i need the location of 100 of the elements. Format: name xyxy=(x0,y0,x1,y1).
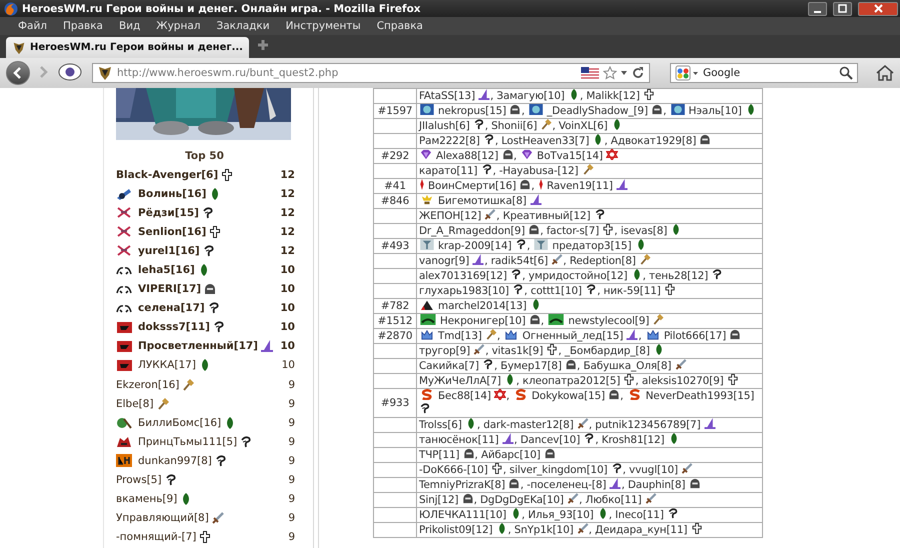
player-link[interactable]: nekropus[15] xyxy=(438,105,506,117)
close-button[interactable] xyxy=(858,2,898,16)
home-button[interactable] xyxy=(876,65,894,81)
player-link[interactable]: -DoK666-[10] xyxy=(419,464,488,476)
player-link[interactable]: Senlion[16] xyxy=(138,226,206,238)
player-link[interactable]: карато[11] xyxy=(419,165,478,177)
player-link[interactable]: Sinj[12] xyxy=(419,494,459,506)
player-link[interactable]: leha5[16] xyxy=(138,264,195,276)
player-link[interactable]: factor-s[7] xyxy=(546,225,600,237)
menu-item[interactable]: Закладки xyxy=(208,20,278,32)
player-link[interactable]: Нэаль[10] xyxy=(688,105,742,117)
player-link[interactable]: LostHeaven33[7] xyxy=(501,135,590,147)
minimize-button[interactable] xyxy=(808,2,827,16)
player-link[interactable]: Ineco[11] xyxy=(615,509,664,521)
player-link[interactable]: Адвокат1929[8] xyxy=(610,135,696,147)
player-link[interactable]: dark-master12[8] xyxy=(483,419,574,431)
player-link[interactable]: Деидара_кун[11] xyxy=(595,524,688,536)
player-link[interactable]: Black-Avenger[6] xyxy=(116,168,218,181)
player-link[interactable]: Бабушка_Оля[8] xyxy=(583,360,672,372)
player-link[interactable]: -помнящий-[7] xyxy=(116,531,196,544)
player-link[interactable]: Elbe[8] xyxy=(116,398,154,410)
menu-item[interactable]: Журнал xyxy=(148,20,208,32)
bookmark-star-icon[interactable] xyxy=(603,66,617,80)
player-link[interactable]: yurel1[16] xyxy=(138,244,200,257)
player-link[interactable]: silver_kingdom[10] xyxy=(509,464,608,476)
player-link[interactable]: -Hayabusa-[12] xyxy=(499,165,578,177)
player-link[interactable]: Ekzeron[16] xyxy=(116,378,180,391)
player-link[interactable]: селена[17] xyxy=(138,302,205,314)
player-link[interactable]: МуЖиЧеЛлА[7] xyxy=(419,375,501,387)
maximize-button[interactable] xyxy=(833,2,852,16)
player-link[interactable]: Замагую[10] xyxy=(496,90,565,102)
player-link[interactable]: танюсёнок[11] xyxy=(419,434,499,446)
player-link[interactable]: Tmd[13] xyxy=(438,330,482,342)
player-link[interactable]: Prows[5] xyxy=(116,474,162,486)
player-link[interactable]: isevas[8] xyxy=(620,225,668,237)
player-link[interactable]: Огненный_лед[15] xyxy=(522,330,624,342)
search-bar[interactable]: Google xyxy=(670,63,858,83)
player-link[interactable]: NeverDeath1993[15] xyxy=(646,390,754,402)
player-link[interactable]: Управляющий[8] xyxy=(116,512,209,524)
player-link[interactable]: клеопатра2012[5] xyxy=(522,375,620,387)
player-link[interactable]: BoTva15[14] xyxy=(536,150,603,162)
player-link[interactable]: DgDgDgEKa[10] xyxy=(480,494,564,506)
dropdown-icon[interactable] xyxy=(621,71,627,75)
new-tab-icon[interactable] xyxy=(256,38,269,50)
player-link[interactable]: ТЧР[11] xyxy=(419,449,460,461)
address-bar[interactable]: http://www.heroeswm.ru/bunt_quest2.php xyxy=(92,63,650,83)
back-button[interactable] xyxy=(6,61,30,85)
player-link[interactable]: вкамень[9] xyxy=(116,493,178,506)
player-link[interactable]: умридостойно[12] xyxy=(528,270,628,282)
player-link[interactable]: _Бомбардир_[8] xyxy=(564,345,650,357)
player-link[interactable]: aleksis10270[9] xyxy=(642,375,724,387)
player-link[interactable]: newstylecool[9] xyxy=(568,315,650,327)
player-link[interactable]: Креативный[12] xyxy=(502,210,590,222)
player-link[interactable]: Pilot666[17] xyxy=(664,330,726,342)
player-link[interactable]: Рам2222[8] xyxy=(419,135,480,147)
player-link[interactable]: Бумер17[8] xyxy=(500,360,562,372)
address-field[interactable]: http://www.heroeswm.ru/bunt_quest2.php xyxy=(117,67,577,79)
player-link[interactable]: ПринцТьмы111[5] xyxy=(138,436,238,448)
player-link[interactable]: VIPERI[17] xyxy=(138,283,202,296)
player-link[interactable]: Волинь[16] xyxy=(138,188,206,200)
player-link[interactable]: vitas1k[9] xyxy=(492,345,544,357)
player-link[interactable]: Shonii[6] xyxy=(491,120,538,132)
player-link[interactable]: _DeadlyShadow_[9] xyxy=(546,105,648,117)
player-link[interactable]: Dr_A_Rmageddon[9] xyxy=(419,225,525,237)
menu-item[interactable]: Справка xyxy=(368,20,431,32)
player-link[interactable]: -поселенец-[8] xyxy=(526,479,606,491)
search-engine-icon[interactable] xyxy=(675,65,699,81)
player-link[interactable]: vanogr[9] xyxy=(419,255,470,267)
search-icon[interactable] xyxy=(839,66,853,80)
player-link[interactable]: Айбарс[10] xyxy=(481,449,540,461)
menu-item[interactable]: Вид xyxy=(110,20,148,32)
player-link[interactable]: JIIalush[6] xyxy=(419,120,470,132)
player-link[interactable]: doksss7[11] xyxy=(138,321,210,334)
player-link[interactable]: ЛУККА[17] xyxy=(138,359,196,372)
player-link[interactable]: ник-59[11] xyxy=(603,285,661,297)
player-link[interactable]: Dancev[10] xyxy=(520,434,580,446)
player-link[interactable]: Рёдзи[15] xyxy=(138,206,199,219)
player-link[interactable]: putnik123456789[7] xyxy=(595,419,701,431)
player-link[interactable]: Просветленный[17] xyxy=(138,340,258,352)
menu-item[interactable]: Файл xyxy=(10,20,56,32)
player-link[interactable]: TemniyPrizraK[8] xyxy=(419,479,506,491)
player-link[interactable]: тень28[12] xyxy=(649,270,708,282)
player-link[interactable]: ЮЛЕЧКА111[10] xyxy=(419,509,506,521)
player-link[interactable]: Dokykowa[15] xyxy=(532,390,605,402)
player-link[interactable]: Dauphin[8] xyxy=(628,479,686,491)
browser-tab[interactable]: HeroesWM.ru Герои войны и денег... xyxy=(6,37,249,58)
player-link[interactable]: Prikolist09[12] xyxy=(419,524,493,536)
player-link[interactable]: БиллиБомс[16] xyxy=(138,416,222,429)
player-link[interactable]: Alexa88[12] xyxy=(436,150,498,162)
player-link[interactable]: Redeption[8] xyxy=(570,255,636,267)
player-link[interactable]: vvugl[10] xyxy=(629,464,678,476)
menu-item[interactable]: Инструменты xyxy=(278,20,369,32)
player-link[interactable]: SnYp1k[10] xyxy=(514,524,574,536)
player-link[interactable]: Malikk[12] xyxy=(586,90,640,102)
player-link[interactable]: Krosh81[12] xyxy=(602,434,664,446)
player-link[interactable]: глухарь1983[10] xyxy=(419,285,509,297)
player-link[interactable]: FAtaSS[13] xyxy=(419,90,476,102)
player-link[interactable]: ВоинСмерти[16] xyxy=(428,180,516,192)
player-link[interactable]: ЖЕПОН[12] xyxy=(419,210,482,222)
player-link[interactable]: Некронигер[10] xyxy=(440,315,526,327)
